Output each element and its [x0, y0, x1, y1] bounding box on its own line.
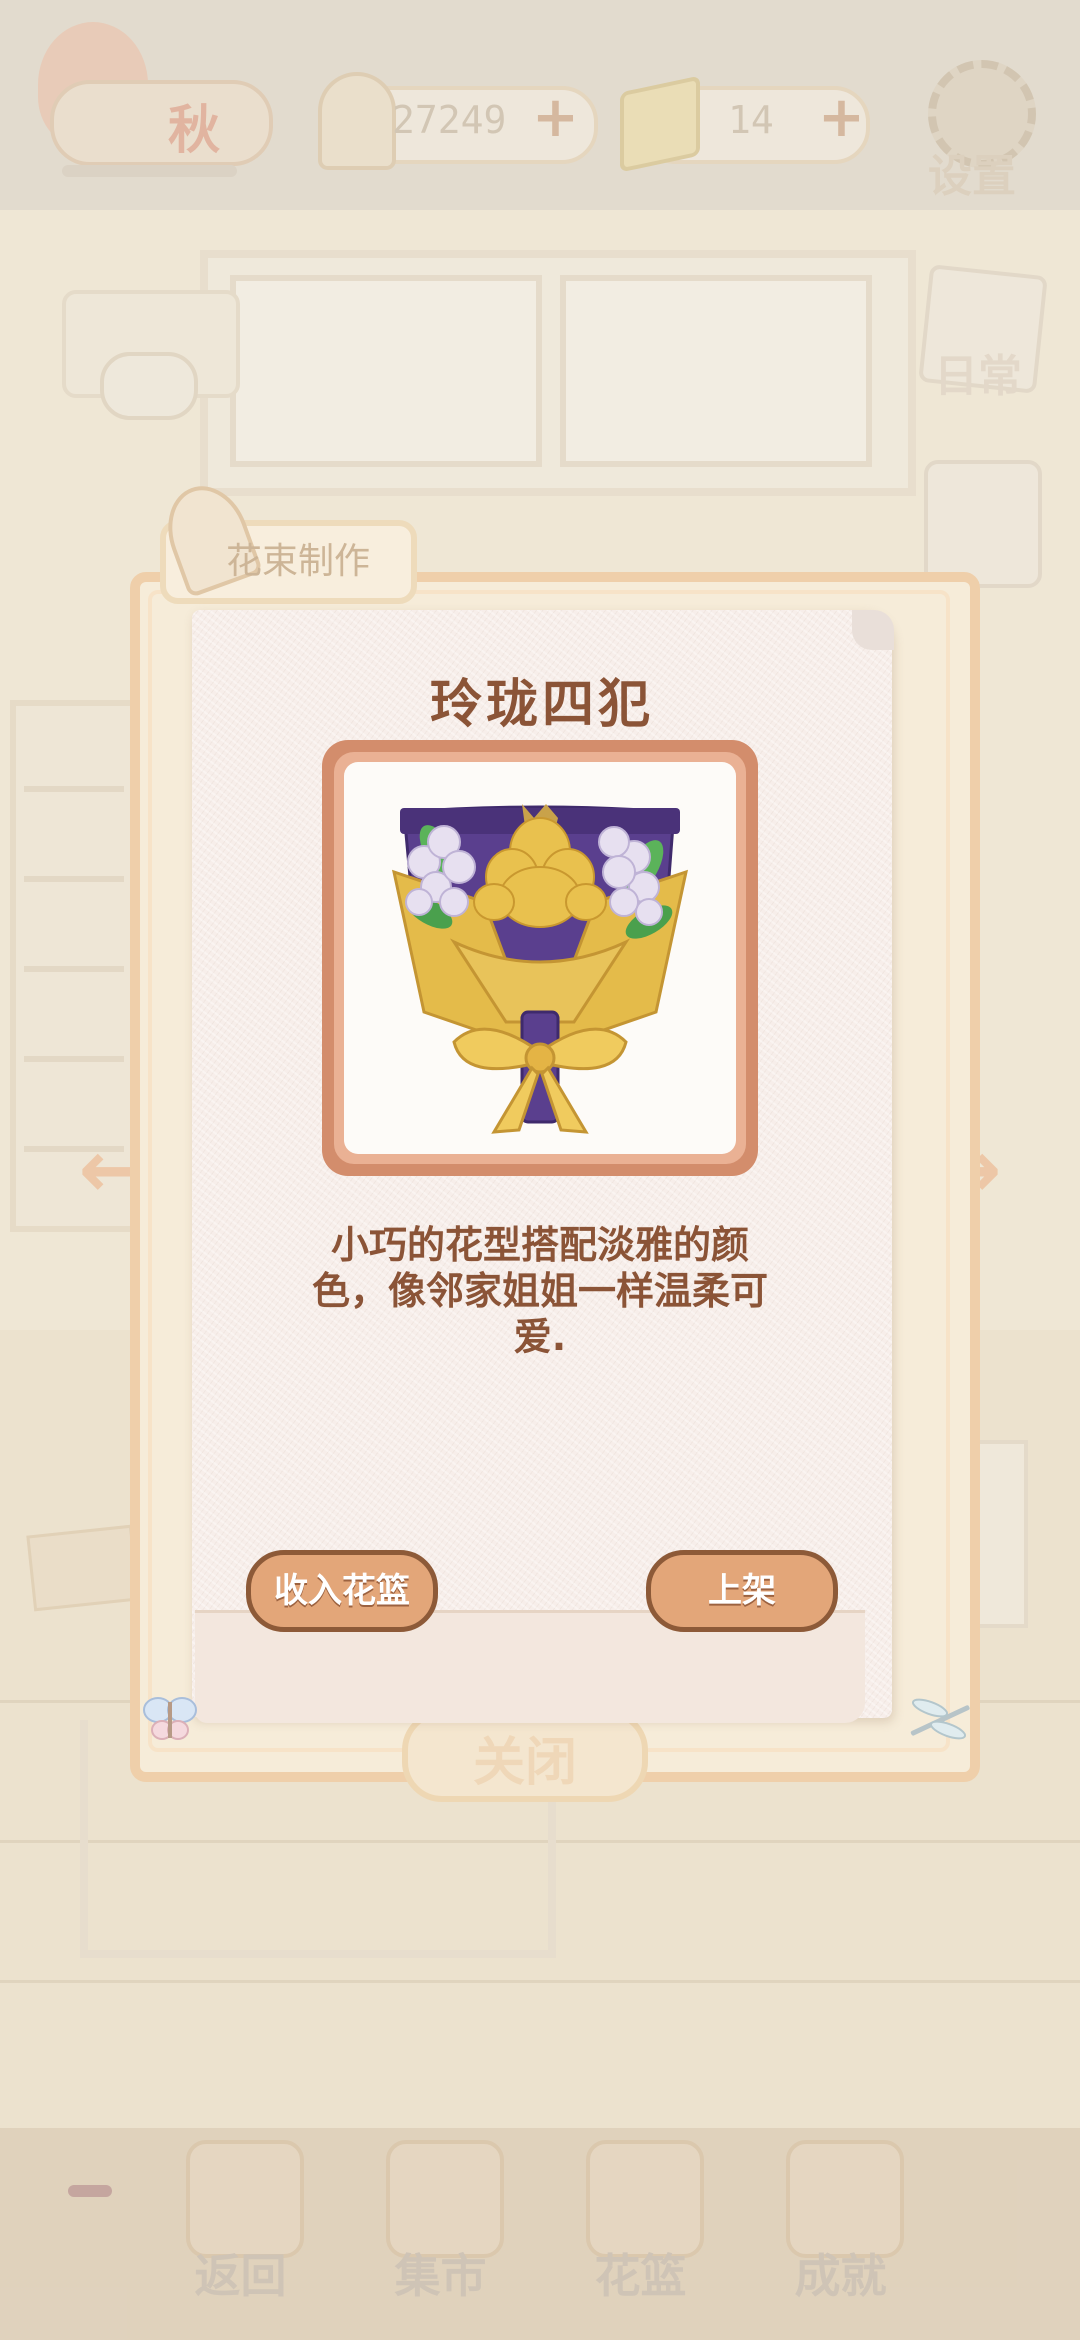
bouquet-illustration [391, 804, 689, 1134]
dragonfly-icon [910, 1698, 970, 1740]
paper-corner-fold [852, 610, 894, 650]
bouquet-name: 玲珑四犯 [429, 674, 654, 735]
bouquet-description: 小巧的花型搭配淡雅的颜色，像邻家姐姐一样温柔可爱. [311, 1223, 768, 1359]
collect-to-basket-button[interactable]: 收入花篮 [246, 1550, 438, 1632]
dialog-tab-title: 花束制作 [226, 541, 371, 582]
put-on-shelf-button[interactable]: 上架 [646, 1550, 838, 1632]
close-button-label[interactable]: 关闭 [402, 1720, 648, 1795]
butterfly-icon [143, 1697, 197, 1740]
